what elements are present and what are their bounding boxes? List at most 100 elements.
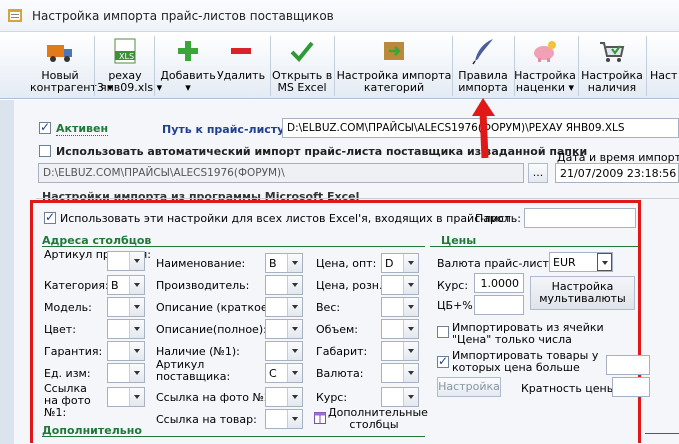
title-bar: Настройка импорта прайс-листов поставщик… [0, 0, 679, 32]
combo-unit[interactable] [107, 363, 145, 383]
chevron-down-icon[interactable] [287, 388, 302, 406]
category-import-settings-button[interactable]: Настройка импорта категорий [336, 33, 452, 99]
extra-columns-link[interactable]: Дополнительные столбцы [328, 407, 428, 431]
toolbar-separator [334, 36, 335, 96]
combo-weight[interactable] [381, 297, 419, 317]
combo-color[interactable] [107, 319, 145, 339]
add-button[interactable]: Добавить ▾ [160, 33, 216, 99]
auto-import-folder-field[interactable]: D:\ELBUZ.COM\ПРАЙСЫ\ALECS1976(ФОРУМ)\ [38, 163, 524, 183]
combo-warranty[interactable] [107, 341, 145, 361]
toolbar-separator [646, 36, 647, 96]
combo-article-manufacturer[interactable] [107, 251, 145, 271]
chevron-down-icon[interactable] [597, 253, 612, 271]
combo-supplier-article[interactable]: C [265, 363, 303, 383]
chevron-down-icon[interactable] [287, 410, 302, 428]
combo-volume[interactable] [381, 319, 419, 339]
import-goods-price-checkbox[interactable] [437, 354, 449, 368]
chevron-down-icon[interactable] [129, 276, 144, 294]
open-in-excel-button[interactable]: Открыть в MS Excel [272, 33, 332, 99]
cbp-field[interactable] [474, 295, 524, 315]
currency-label: Валюта прайс-листа: [437, 257, 560, 270]
piggy-bank-icon [534, 41, 556, 62]
password-field[interactable] [524, 208, 636, 228]
chevron-down-icon[interactable] [287, 364, 302, 382]
combo-model[interactable] [107, 297, 145, 317]
chevron-down-icon[interactable] [129, 320, 144, 338]
password-label: Пароль: [475, 212, 521, 225]
chevron-down-icon[interactable] [403, 298, 418, 316]
checkmark-icon [290, 41, 314, 62]
app-icon [8, 9, 22, 22]
chevron-down-icon[interactable] [129, 364, 144, 382]
col-label-model: Модель: [44, 301, 92, 314]
chevron-down-icon[interactable] [403, 364, 418, 382]
min-price-field[interactable] [606, 355, 650, 375]
more-settings-button[interactable]: Наст [648, 33, 679, 99]
availability-settings-button[interactable]: Настройка наличия [580, 33, 644, 99]
path-label: Путь к прайс-листу: [162, 123, 289, 136]
chevron-down-icon[interactable] [287, 254, 302, 272]
quill-pen-icon [472, 39, 493, 65]
annotation-arrow-icon [472, 98, 495, 159]
chevron-down-icon[interactable] [287, 320, 302, 338]
combo-availability[interactable] [265, 341, 303, 361]
combo-retail-price[interactable] [381, 275, 419, 295]
chevron-down-icon[interactable] [287, 298, 302, 316]
import-price-numbers-checkbox[interactable] [437, 326, 449, 338]
combo-manufacturer[interactable] [265, 275, 303, 295]
delete-button[interactable]: Удалить [216, 33, 266, 99]
left-panel-strip [0, 100, 14, 444]
combo-short-desc[interactable] [265, 297, 303, 317]
chevron-down-icon[interactable] [403, 254, 418, 272]
chevron-down-icon[interactable] [287, 342, 302, 360]
markup-settings-button[interactable]: Настройка наценки ▾ [514, 33, 576, 99]
svg-text:XLS: XLS [119, 52, 134, 61]
col-label-supplier-article: Артикул поставщика: [156, 358, 231, 383]
active-checkbox[interactable] [39, 120, 51, 134]
chevron-down-icon[interactable] [287, 276, 302, 294]
use-all-sheets-checkbox[interactable] [44, 210, 56, 224]
combo-dimensions[interactable] [381, 341, 419, 361]
chevron-down-icon[interactable] [129, 298, 144, 316]
combo-wholesale-price[interactable]: D [381, 253, 419, 273]
prices-divider [430, 246, 638, 247]
excel-file-icon: XLS [114, 38, 136, 64]
active-label: Активен [56, 122, 109, 136]
col-label-short-desc: Описание (краткое): [156, 301, 276, 314]
combo-name[interactable]: B [265, 253, 303, 273]
combo-rate[interactable] [381, 387, 419, 407]
price-file-button[interactable]: XLS pexay янв09.xls ▾ [100, 33, 162, 99]
combo-photo2[interactable] [265, 387, 303, 407]
new-contractor-button[interactable]: Новый контрагент3 ▾ [30, 33, 113, 99]
col-label-wholesale-price: Цена, опт: [316, 257, 377, 270]
chevron-down-icon[interactable] [403, 320, 418, 338]
col-label-availability: Наличие (№1): [156, 345, 240, 358]
price-multiplicity-field[interactable] [612, 377, 650, 397]
columns-table-icon [314, 412, 326, 424]
combo-category[interactable]: B [107, 275, 145, 295]
additional-divider [42, 436, 425, 437]
plus-icon [178, 41, 198, 61]
chevron-down-icon[interactable] [403, 342, 418, 360]
col-label-name: Наименование: [156, 257, 246, 270]
import-rules-button[interactable]: Правила импорта [454, 33, 512, 99]
import-datetime-field[interactable]: 21/07/2009 23:18:56 [555, 163, 679, 183]
rate-field[interactable]: 1.0000 [474, 273, 524, 293]
combo-photo1[interactable] [107, 387, 145, 407]
multicurrency-settings-button[interactable]: Настройка мультивалюты [530, 276, 635, 310]
settings-button[interactable]: Настройка [437, 377, 501, 397]
combo-currency[interactable] [381, 363, 419, 383]
toolbar-separator [270, 36, 271, 96]
combo-product-link[interactable] [265, 409, 303, 429]
col-label-currency: Валюта: [316, 367, 364, 380]
currency-select[interactable]: EUR [549, 252, 613, 272]
chevron-down-icon[interactable] [403, 388, 418, 406]
chevron-down-icon[interactable] [129, 388, 144, 406]
col-label-full-desc: Описание(полное): [156, 323, 267, 336]
chevron-down-icon[interactable] [129, 252, 144, 270]
chevron-down-icon[interactable] [129, 342, 144, 360]
chevron-down-icon[interactable] [403, 276, 418, 294]
browse-folder-button[interactable]: ... [528, 163, 548, 183]
auto-import-checkbox[interactable] [39, 145, 51, 157]
combo-full-desc[interactable] [265, 319, 303, 339]
